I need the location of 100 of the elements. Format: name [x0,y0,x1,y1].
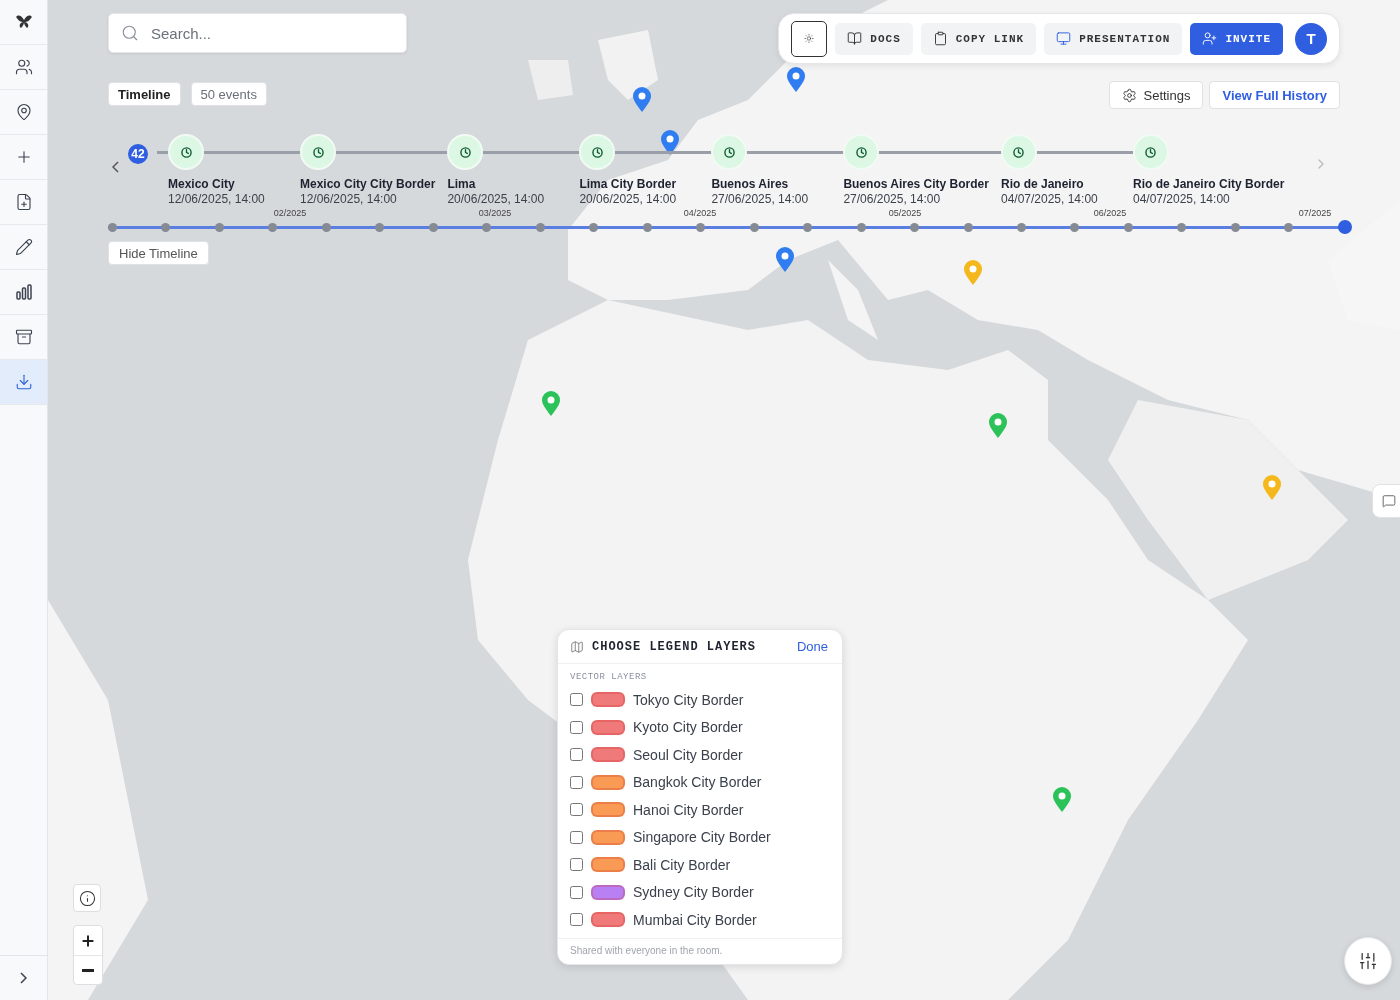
copy-link-button[interactable]: COPY LINK [920,22,1037,55]
event-name: Rio de Janeiro [1000,177,1085,191]
timeline-tick[interactable] [214,222,224,232]
timeline-tick[interactable] [1177,222,1187,232]
info-button[interactable] [73,884,101,912]
event-name: Lima [447,177,477,191]
layer-name: Seoul City Border [633,746,743,763]
timeline-tick[interactable] [482,222,492,232]
presentation-button[interactable]: PRESENTATION [1044,22,1183,55]
event-date: 27/06/2025, 14:00 [711,192,810,206]
minus-icon [82,968,94,972]
chevron-right-icon [20,972,27,984]
layer-name: Sydney City Border [633,884,754,901]
layer-checkbox[interactable] [570,803,583,817]
legend-footer: Shared with everyone in the room. [558,937,842,964]
timeline-tick[interactable] [803,222,813,232]
clock-icon [180,146,192,158]
info-icon [78,889,96,907]
event-name: Mexico City [168,177,236,191]
timeline-tick[interactable] [268,222,278,232]
layer-name: Kyoto City Border [633,719,743,736]
file-plus-icon [14,193,33,211]
layer-name: Tokyo City Border [633,691,744,708]
monitor-icon [1056,31,1072,46]
search-input[interactable]: Search... [149,23,394,43]
settings-icon [1121,87,1137,103]
theme-button[interactable] [791,20,828,57]
month-label: 02/2025 [272,208,308,218]
layer-checkbox[interactable] [570,830,583,844]
timeline-tick[interactable] [963,222,973,232]
event-name: Rio de Janeiro City Border [1132,177,1285,191]
bar-chart-icon [14,283,33,301]
event-date: 04/07/2025, 14:00 [1132,192,1231,206]
timeline-tick[interactable] [1230,222,1240,232]
month-label: 07/2025 [1297,208,1333,218]
section-label: VECTOR LAYERS [569,671,648,684]
clock-icon [723,146,735,158]
timeline-tick[interactable] [1284,222,1294,232]
event-name: Lima City Border [579,177,678,191]
map-icon [570,639,584,654]
event-name: Buenos Aires [711,177,790,191]
layer-name: Bangkok City Border [633,774,762,791]
legend-title: CHOOSE LEGEND LAYERS [592,639,758,654]
layer-checkbox[interactable] [570,748,583,762]
view-history-button[interactable]: View Full History [1209,81,1340,109]
month-label: 05/2025 [887,208,923,218]
map-pin-icon [14,103,33,121]
docs-button[interactable]: DOCS [835,22,913,55]
users-icon [14,58,33,76]
done-button[interactable]: Done [796,639,828,654]
download-icon [14,373,33,391]
chat-button[interactable] [1372,484,1400,518]
timeline-tick[interactable] [910,222,920,232]
layer-name: Singapore City Border [633,829,771,846]
timeline-tick[interactable] [321,222,331,232]
timeline-tick[interactable] [428,222,438,232]
timeline-tick[interactable] [642,222,652,232]
search-field[interactable]: Search... [108,13,407,53]
event-name: Buenos Aires City Border [843,177,989,191]
timeline-tick[interactable] [1016,222,1026,232]
timeline-tick[interactable] [375,222,385,232]
timeline-tick[interactable] [696,222,706,232]
timeline-label: Timeline [108,82,181,106]
logo-icon [14,14,33,30]
hide-timeline-button[interactable]: Hide Timeline [108,241,209,265]
timeline-tick[interactable] [589,222,599,232]
timeline-tick[interactable] [535,222,545,232]
layer-checkbox[interactable] [570,720,583,734]
user-plus-icon [1202,31,1218,46]
clock-icon [591,146,603,158]
month-label: 03/2025 [477,208,513,218]
layer-checkbox[interactable] [570,913,583,927]
layer-checkbox[interactable] [570,775,583,789]
timeline-tick[interactable] [161,222,171,232]
layer-checkbox[interactable] [570,858,583,872]
event-name: Mexico City City Border [300,177,436,191]
layer-checkbox[interactable] [570,693,583,707]
pencil-icon [14,238,33,256]
layer-name: Hanoi City Border [633,801,744,818]
layer-name: Mumbai City Border [633,911,757,928]
timeline-tick[interactable] [856,222,866,232]
event-date: 20/06/2025, 14:00 [447,192,546,206]
settings-button[interactable]: Settings [1108,81,1204,109]
event-date: 20/06/2025, 14:00 [579,192,678,206]
layer-checkbox[interactable] [570,885,583,899]
month-label: 04/2025 [682,208,718,218]
timeline-tick[interactable] [1070,222,1080,232]
chevron-left-icon[interactable] [112,161,119,173]
sliders-icon [1358,951,1378,971]
timeline-tick[interactable] [749,222,759,232]
message-icon [1382,494,1396,508]
clock-icon [459,146,471,158]
user-avatar[interactable]: T [1295,22,1327,55]
timeline-tick[interactable] [1123,222,1133,232]
clock-icon [1145,146,1157,158]
invite-button[interactable]: INVITE [1190,22,1283,55]
event-date: 12/06/2025, 14:00 [168,192,266,206]
clipboard-icon [932,31,948,46]
plus-icon [80,932,96,949]
timeline-tick[interactable] [108,222,117,232]
